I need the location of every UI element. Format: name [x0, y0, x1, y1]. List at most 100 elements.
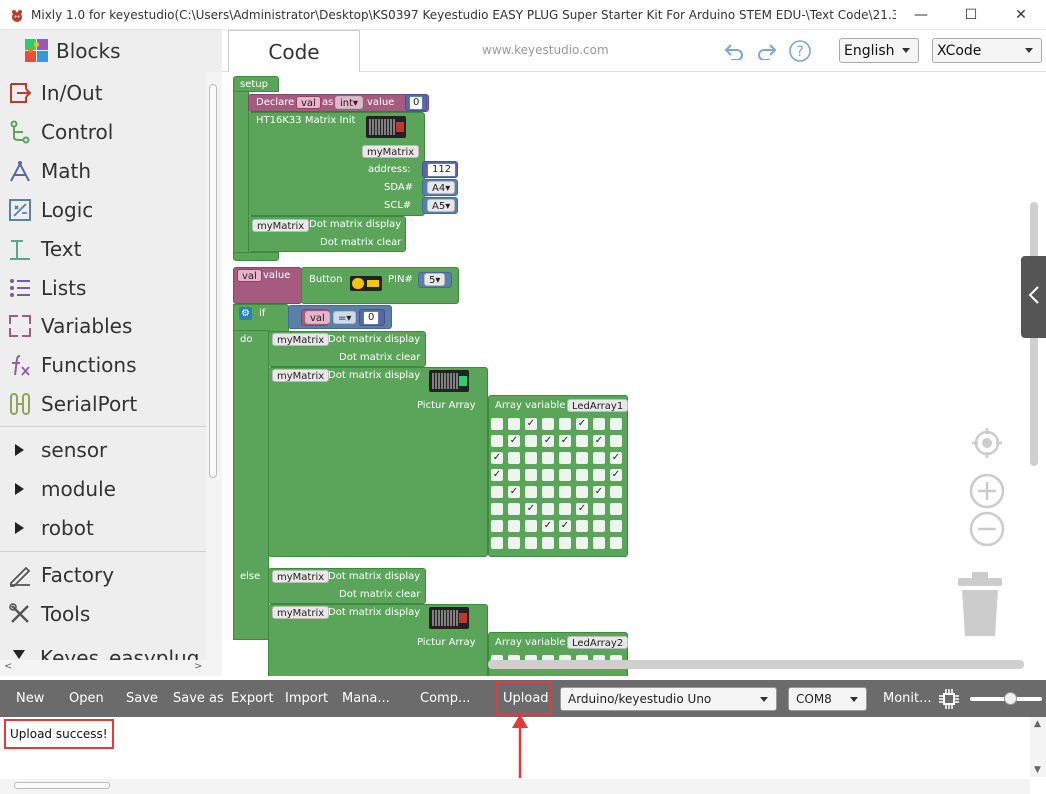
- type-dropdown[interactable]: int▾: [335, 96, 364, 109]
- led-cell[interactable]: [610, 418, 622, 430]
- led-cell[interactable]: [491, 418, 503, 430]
- led-cell[interactable]: [508, 503, 520, 515]
- led-cell[interactable]: [559, 537, 571, 549]
- import-button[interactable]: Import: [285, 680, 328, 717]
- led-cell[interactable]: [542, 418, 554, 430]
- led-cell[interactable]: [593, 469, 605, 481]
- led-grid-1[interactable]: ✓ ✓ ✓ ✓ ✓ ✓ ✓ ✓ ✓ ✓ ✓ ✓ ✓ ✓ ✓ ✓: [491, 418, 623, 550]
- led-cell[interactable]: [559, 486, 571, 498]
- led-cell[interactable]: [576, 486, 588, 498]
- led-cell[interactable]: ✓: [559, 520, 571, 532]
- tab-code[interactable]: Code: [228, 30, 360, 72]
- monitor-button[interactable]: Monit...: [883, 680, 932, 717]
- led-cell[interactable]: ✓: [610, 469, 622, 481]
- group-sensor[interactable]: sensor: [0, 432, 206, 468]
- operator-dropdown[interactable]: =▾: [333, 311, 357, 324]
- console-vscroll[interactable]: ▲ ▼: [1030, 717, 1046, 777]
- led-cell[interactable]: ✓: [593, 486, 605, 498]
- group-robot[interactable]: robot: [0, 510, 206, 546]
- matrix-name-field[interactable]: myMatrix: [362, 145, 420, 158]
- led-cell[interactable]: [508, 520, 520, 532]
- workspace-hscroll[interactable]: [488, 660, 1024, 669]
- code-mode-select[interactable]: XCode: [932, 38, 1042, 63]
- zoom-out-icon[interactable]: [969, 511, 1005, 547]
- category-factory[interactable]: Factory: [0, 557, 206, 593]
- led-cell[interactable]: [593, 520, 605, 532]
- led-cell[interactable]: [508, 418, 520, 430]
- led-cell[interactable]: [491, 435, 503, 447]
- scroll-down-icon[interactable]: ▼: [1034, 765, 1041, 775]
- category-inout[interactable]: In/Out: [0, 75, 206, 111]
- picture-display-block[interactable]: [268, 367, 488, 557]
- matrix-name-field[interactable]: myMatrix: [272, 333, 330, 346]
- scroll-up-icon[interactable]: ▲: [1034, 719, 1041, 729]
- redo-icon[interactable]: [755, 40, 779, 62]
- led-cell[interactable]: [542, 537, 554, 549]
- matrix-name-field[interactable]: myMatrix: [272, 369, 330, 382]
- led-cell[interactable]: ✓: [491, 469, 503, 481]
- led-cell[interactable]: [576, 469, 588, 481]
- led-cell[interactable]: [542, 469, 554, 481]
- led-cell[interactable]: [610, 520, 622, 532]
- recenter-icon[interactable]: [970, 426, 1004, 460]
- number-field[interactable]: 0: [409, 96, 424, 110]
- maximize-button[interactable]: ☐: [946, 0, 996, 30]
- category-serialport[interactable]: SerialPort: [0, 386, 206, 422]
- zoom-in-icon[interactable]: [969, 473, 1005, 509]
- led-cell[interactable]: ✓: [559, 435, 571, 447]
- zoom-slider[interactable]: [970, 692, 1042, 705]
- toolbox-scrollbar[interactable]: [206, 72, 222, 676]
- led-cell[interactable]: [525, 469, 537, 481]
- led-cell[interactable]: [491, 520, 503, 532]
- new-button[interactable]: New: [16, 680, 44, 717]
- console-hscroll[interactable]: [0, 779, 1030, 794]
- led-cell[interactable]: [593, 537, 605, 549]
- led-cell[interactable]: ✓: [610, 452, 622, 464]
- board-select[interactable]: Arduino/keyestudio Uno: [560, 687, 777, 711]
- trash-icon[interactable]: [956, 572, 1004, 638]
- led-cell[interactable]: ✓: [576, 418, 588, 430]
- save-as-button[interactable]: Save as: [173, 680, 224, 717]
- led-cell[interactable]: [525, 537, 537, 549]
- led-cell[interactable]: [610, 503, 622, 515]
- site-link[interactable]: www.keyestudio.com: [482, 43, 609, 57]
- help-icon[interactable]: ?: [788, 40, 812, 62]
- category-tools[interactable]: Tools: [0, 596, 206, 632]
- led-cell[interactable]: [610, 435, 622, 447]
- manage-button[interactable]: Mana...: [342, 680, 390, 717]
- category-logic[interactable]: Logic: [0, 192, 206, 228]
- led-cell[interactable]: ✓: [525, 503, 537, 515]
- led-cell[interactable]: [576, 435, 588, 447]
- led-cell[interactable]: [542, 486, 554, 498]
- led-cell[interactable]: [525, 486, 537, 498]
- port-select[interactable]: COM8: [788, 687, 867, 711]
- category-functions[interactable]: Functions: [0, 347, 206, 383]
- undo-icon[interactable]: [722, 40, 746, 62]
- matrix-name-field[interactable]: myMatrix: [252, 219, 310, 232]
- led-cell[interactable]: [610, 537, 622, 549]
- led-cell[interactable]: [525, 435, 537, 447]
- led-cell[interactable]: [610, 486, 622, 498]
- scroll-left-icon[interactable]: <: [4, 661, 12, 672]
- led-cell[interactable]: [593, 503, 605, 515]
- category-control[interactable]: Control: [0, 114, 206, 150]
- led-cell[interactable]: [593, 418, 605, 430]
- led-cell[interactable]: [559, 469, 571, 481]
- chip-icon[interactable]: [938, 680, 960, 717]
- led-cell[interactable]: ✓: [525, 418, 537, 430]
- array-name-field[interactable]: LedArray2: [567, 636, 629, 649]
- group-keyes-easyplug[interactable]: Keyes_easyplug: [0, 642, 206, 662]
- scroll-right-icon[interactable]: >: [194, 661, 202, 672]
- slider-handle[interactable]: [1004, 692, 1017, 705]
- var-name-field[interactable]: val: [305, 311, 330, 324]
- led-cell[interactable]: [508, 537, 520, 549]
- array-name-field[interactable]: LedArray1: [567, 399, 629, 412]
- var-name-field[interactable]: val: [237, 269, 262, 282]
- close-button[interactable]: ✕: [996, 0, 1046, 30]
- led-cell[interactable]: [491, 503, 503, 515]
- export-button[interactable]: Export: [231, 680, 274, 717]
- led-cell[interactable]: [525, 520, 537, 532]
- pin-dropdown[interactable]: 5▾: [424, 273, 446, 286]
- var-name-field[interactable]: val: [296, 96, 321, 109]
- category-text[interactable]: Text: [0, 231, 206, 267]
